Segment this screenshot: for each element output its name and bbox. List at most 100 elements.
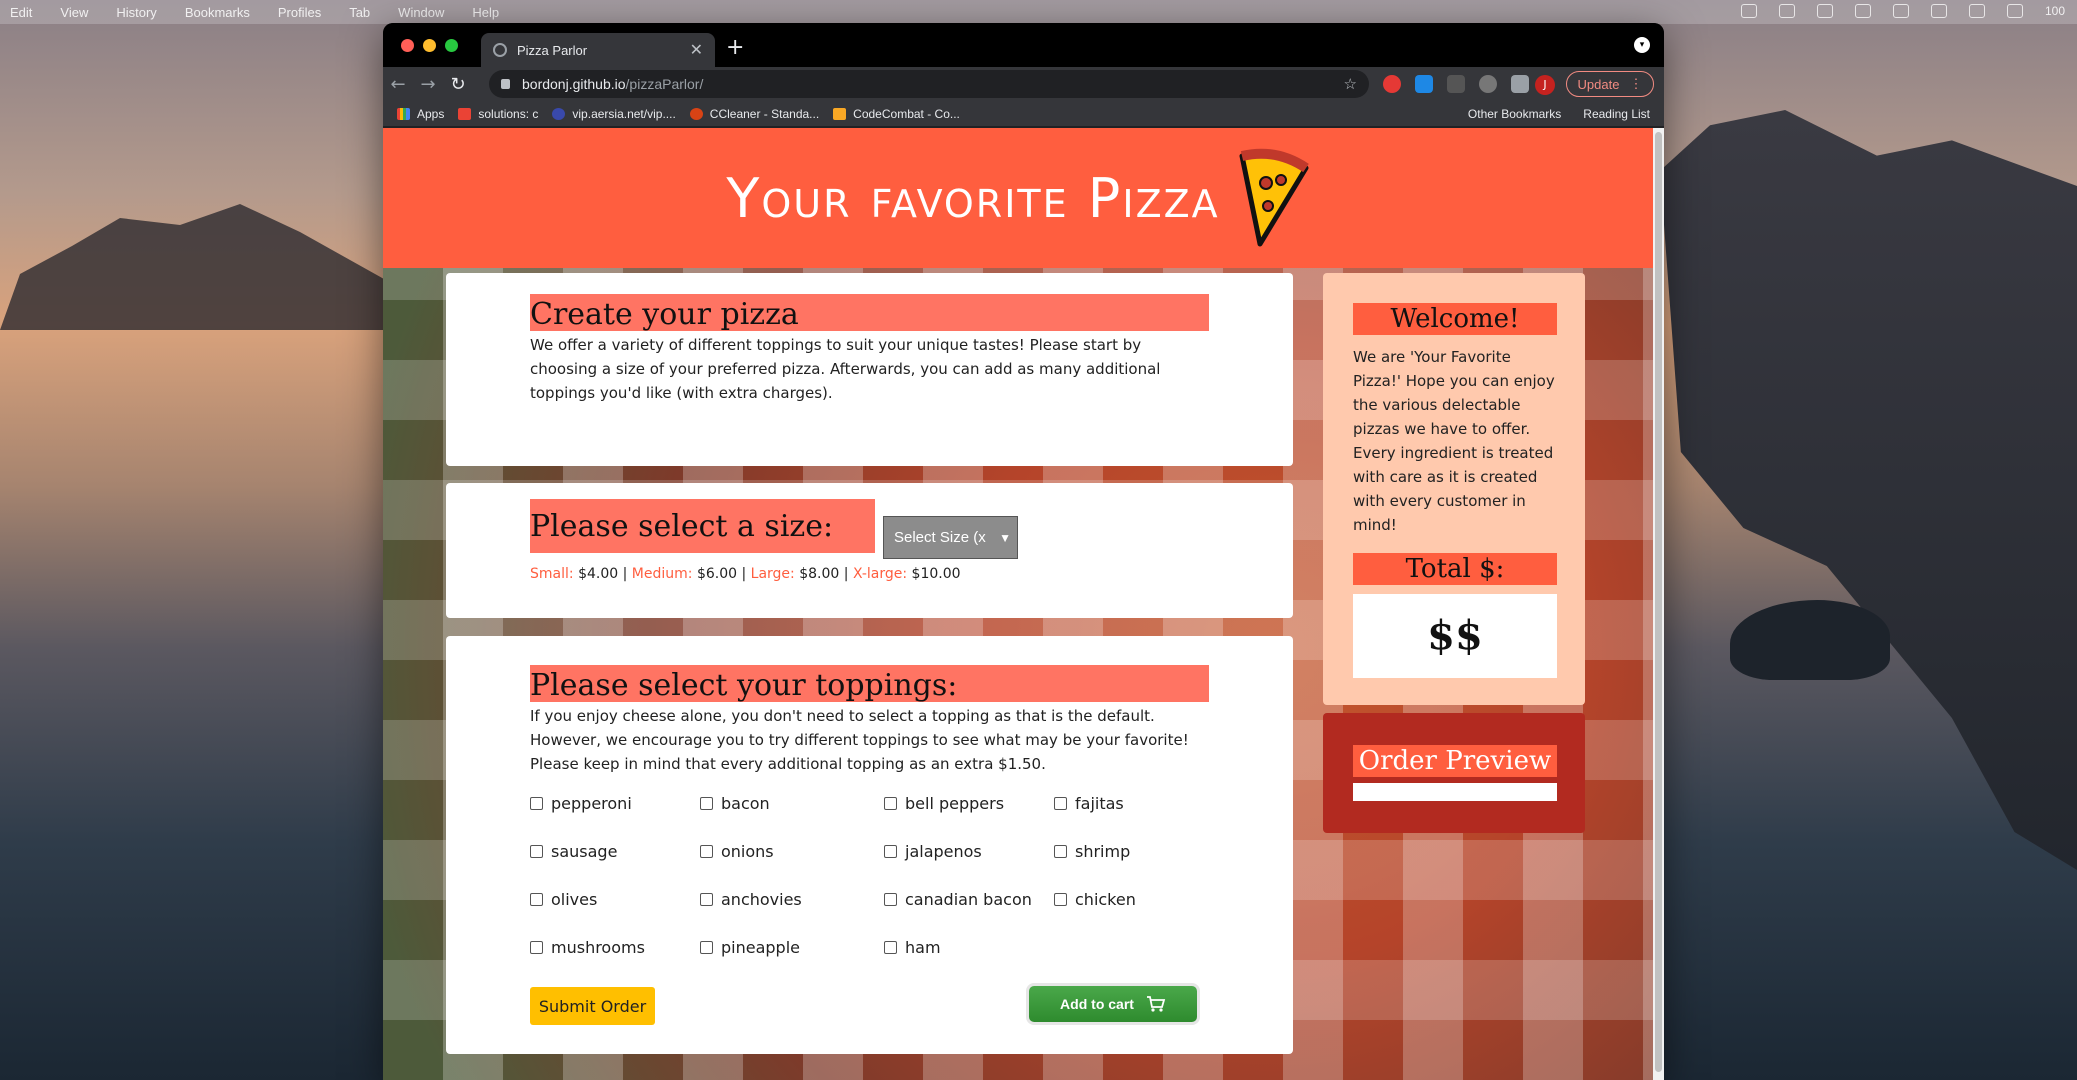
topping-onions[interactable]: onions — [700, 842, 774, 861]
checkbox[interactable] — [700, 941, 713, 954]
menu-tab[interactable]: Tab — [349, 5, 370, 20]
bookmark-star-icon[interactable]: ☆ — [1344, 75, 1357, 93]
forward-button[interactable]: → — [413, 74, 443, 95]
menu-bookmarks[interactable]: Bookmarks — [185, 5, 250, 20]
scrollbar-thumb[interactable] — [1655, 132, 1662, 1072]
glasses-icon[interactable] — [1854, 4, 1871, 18]
topping-canadian-bacon[interactable]: canadian bacon — [884, 890, 1032, 909]
checkbox[interactable] — [530, 941, 543, 954]
ccleaner-icon — [689, 107, 703, 120]
desktop-island — [1660, 110, 2077, 870]
bookmark-vip-aersia[interactable]: vip.aersia.net/vip.... — [552, 107, 676, 121]
topping-label: ham — [905, 938, 941, 957]
bookmark-codecombat[interactable]: CodeCombat - Co... — [833, 107, 960, 121]
menu-profiles[interactable]: Profiles — [278, 5, 321, 20]
creative-cloud-icon[interactable] — [1740, 4, 1757, 18]
menu-edit[interactable]: Edit — [10, 5, 32, 20]
topping-sausage[interactable]: sausage — [530, 842, 617, 861]
menu-view[interactable]: View — [60, 5, 88, 20]
topping-fajitas[interactable]: fajitas — [1054, 794, 1124, 813]
checkbox[interactable] — [700, 797, 713, 810]
topping-mushrooms[interactable]: mushrooms — [530, 938, 645, 957]
checkbox[interactable] — [884, 941, 897, 954]
checkbox[interactable] — [530, 797, 543, 810]
other-bookmarks-folder[interactable]: Other Bookmarks — [1468, 107, 1561, 121]
menubar-items: Edit View History Bookmarks Profiles Tab… — [0, 5, 499, 20]
menubar-status-icons: 100 — [1740, 4, 2065, 18]
calendar-extension-icon[interactable] — [1415, 75, 1433, 93]
checkbox[interactable] — [700, 893, 713, 906]
tab-pizza-parlor[interactable]: Pizza Parlor ✕ — [481, 33, 715, 67]
menu-history[interactable]: History — [116, 5, 156, 20]
checkbox[interactable] — [1054, 797, 1067, 810]
reload-button[interactable]: ↻ — [443, 74, 473, 95]
price-large-value: $8.00 — [799, 566, 840, 582]
bookmark-solutions[interactable]: solutions: c — [458, 107, 538, 121]
checkbox[interactable] — [884, 845, 897, 858]
bookmark-label: solutions: c — [478, 106, 539, 121]
bookmark-ccleaner[interactable]: CCleaner - Standa... — [689, 107, 819, 121]
size-select[interactable]: Select Size (x ▼ — [883, 516, 1018, 559]
clipboard-icon[interactable] — [1778, 4, 1795, 18]
submit-order-button[interactable]: Submit Order — [530, 987, 655, 1025]
zoom-window-button[interactable] — [445, 39, 458, 52]
menu-help[interactable]: Help — [472, 5, 499, 20]
address-bar[interactable]: bordonj.github.io/pizzaParlor/ ☆ — [489, 70, 1369, 98]
add-to-cart-button[interactable]: Add to cart — [1029, 986, 1197, 1022]
topping-label: mushrooms — [551, 938, 645, 957]
topping-anchovies[interactable]: anchovies — [700, 890, 802, 909]
desktop-rock — [1730, 600, 1890, 680]
battery-percent[interactable]: 100 — [2045, 4, 2065, 18]
topping-chicken[interactable]: chicken — [1054, 890, 1136, 909]
topping-bell-peppers[interactable]: bell peppers — [884, 794, 1004, 813]
topping-olives[interactable]: olives — [530, 890, 597, 909]
bookmark-apps[interactable]: Apps — [397, 107, 444, 121]
control-strip-icon[interactable] — [1816, 4, 1833, 18]
chevron-down-icon: ▼ — [999, 530, 1011, 545]
settings-extension-icon[interactable] — [1479, 75, 1497, 93]
puzzle-extensions-icon[interactable] — [1511, 75, 1529, 93]
menu-window[interactable]: Window — [398, 5, 444, 20]
display-icon[interactable] — [1930, 4, 1947, 18]
pen-extension-icon[interactable] — [1447, 75, 1465, 93]
url-host: bordonj.github.io — [522, 76, 626, 92]
desktop-hills — [0, 204, 400, 330]
price-medium-value: $6.00 — [696, 566, 738, 582]
close-tab-icon[interactable]: ✕ — [690, 40, 703, 60]
checkbox[interactable] — [884, 797, 897, 810]
reading-list[interactable]: Reading List — [1583, 107, 1650, 121]
size-title: Please select a size: — [530, 499, 875, 553]
tab-search-icon[interactable]: ▾ — [1634, 37, 1650, 53]
checkbox[interactable] — [700, 845, 713, 858]
page-scrollbar[interactable] — [1653, 128, 1664, 1080]
profile-avatar[interactable]: J — [1535, 75, 1555, 95]
topping-label: chicken — [1075, 890, 1136, 909]
tab-bar: Pizza Parlor ✕ + ▾ — [383, 23, 1664, 67]
adblock-extension-icon[interactable] — [1383, 75, 1401, 93]
topping-pineapple[interactable]: pineapple — [700, 938, 800, 957]
new-tab-button[interactable]: + — [726, 35, 744, 60]
checkbox[interactable] — [1054, 893, 1067, 906]
kebab-menu-icon: ⋮ — [1629, 76, 1643, 91]
topping-bacon[interactable]: bacon — [700, 794, 770, 813]
topping-ham[interactable]: ham — [884, 938, 941, 957]
window-controls — [401, 39, 458, 52]
bookmarks-bar: Apps solutions: c vip.aersia.net/vip....… — [383, 101, 1664, 127]
bluetooth-icon[interactable] — [1968, 4, 1985, 18]
screen-record-icon[interactable] — [1892, 4, 1909, 18]
volume-icon[interactable] — [2006, 4, 2023, 18]
minimize-window-button[interactable] — [423, 39, 436, 52]
create-pizza-card: Create your pizza We offer a variety of … — [446, 273, 1293, 466]
topping-jalapenos[interactable]: jalapenos — [884, 842, 982, 861]
topping-shrimp[interactable]: shrimp — [1054, 842, 1130, 861]
checkbox[interactable] — [530, 893, 543, 906]
topping-pepperoni[interactable]: pepperoni — [530, 794, 632, 813]
back-button[interactable]: ← — [383, 74, 413, 95]
checkbox[interactable] — [530, 845, 543, 858]
close-window-button[interactable] — [401, 39, 414, 52]
checkbox[interactable] — [884, 893, 897, 906]
checkbox[interactable] — [1054, 845, 1067, 858]
tab-title: Pizza Parlor — [517, 42, 588, 58]
update-button[interactable]: Update ⋮ — [1566, 71, 1654, 97]
lock-icon[interactable] — [501, 79, 510, 89]
